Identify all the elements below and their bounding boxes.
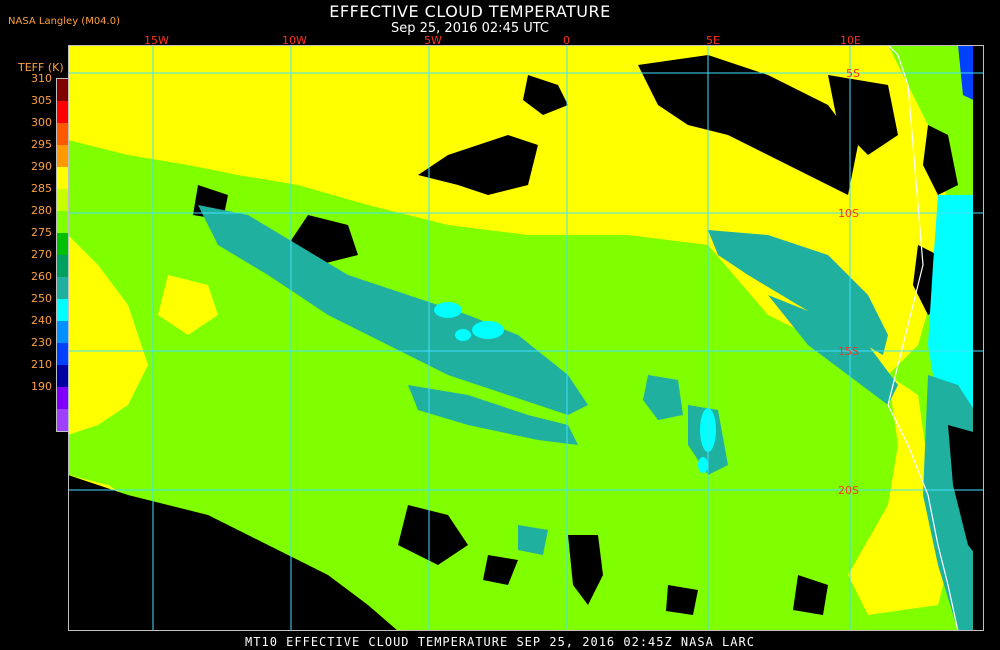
legend-label: 230 [31,336,52,349]
lon-label-5e: 5E [706,34,720,47]
legend-label: 260 [31,270,52,283]
lon-label-10w: 10W [282,34,307,47]
lat-label-10s: 10S [838,207,859,220]
legend-label: 275 [31,226,52,239]
page-title: EFFECTIVE CLOUD TEMPERATURE [329,2,611,21]
lat-label-5s: 5S [846,67,860,80]
lat-label-15s: 15S [838,345,859,358]
legend-label: 285 [31,182,52,195]
legend-label: 240 [31,314,52,327]
legend-labels: 310 305 300 295 290 285 280 275 270 260 250 240 230 2… [0,73,52,403]
legend-label: 280 [31,204,52,217]
legend-label: 190 [31,380,52,393]
lat-label-20s: 20S [838,484,859,497]
legend-label: 305 [31,94,52,107]
legend-label: 290 [31,160,52,173]
legend-label: 270 [31,248,52,261]
lon-label-10e: 10E [840,34,861,47]
land-strip [973,45,984,631]
lon-label-5w: 5W [424,34,442,47]
legend-label: 310 [31,72,52,85]
page-subtitle: Sep 25, 2016 02:45 UTC [390,21,550,36]
satellite-map[interactable] [68,45,984,631]
lon-label-15w: 15W [144,34,169,47]
map-canvas [68,45,984,631]
lon-label-0: 0 [563,34,570,47]
legend-label: 250 [31,292,52,305]
legend-label: 210 [31,358,52,371]
legend-label: 295 [31,138,52,151]
footer-caption: MT10 EFFECTIVE CLOUD TEMPERATURE SEP 25,… [245,635,755,649]
legend-label: 300 [31,116,52,129]
